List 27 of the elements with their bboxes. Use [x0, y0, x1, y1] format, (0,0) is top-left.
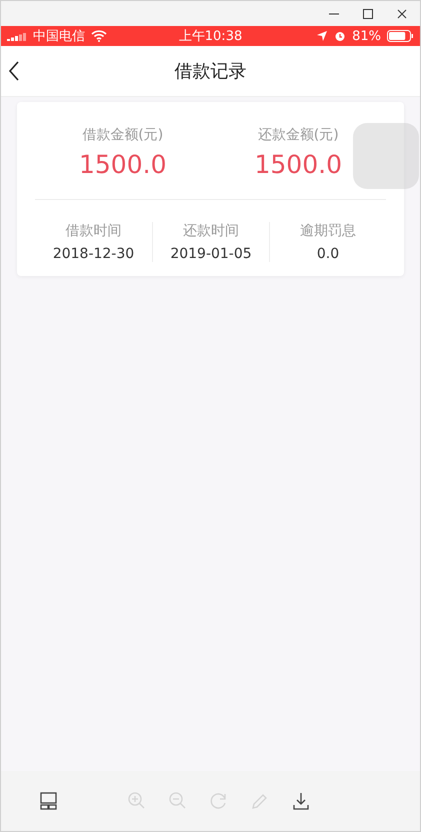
amount-label: 还款金额(元)	[258, 126, 339, 144]
battery-percent: 81%	[352, 28, 381, 44]
detail-value: 0.0	[316, 246, 340, 262]
alarm-icon	[334, 30, 346, 42]
carrier-name: 中国电信	[33, 28, 85, 45]
maximize-icon[interactable]	[362, 8, 374, 20]
detail-value: 2018-12-30	[52, 246, 134, 262]
amount-value: 1500.0	[79, 150, 166, 179]
close-icon[interactable]	[396, 8, 408, 20]
amount-label: 借款金额(元)	[82, 126, 164, 144]
thumbnails-button[interactable]	[39, 791, 59, 811]
detail-label: 逾期罚息	[300, 222, 356, 240]
clock-time: 上午10:38	[178, 28, 242, 45]
page-title: 借款记录	[174, 60, 246, 83]
signal-icon	[7, 31, 27, 41]
download-icon	[291, 791, 311, 811]
detail-value: 2019-01-05	[170, 246, 252, 262]
amount-value: 1500.0	[254, 150, 342, 179]
location-arrow-icon	[316, 30, 328, 42]
wifi-icon	[91, 30, 107, 42]
zoom-in-icon	[127, 791, 147, 811]
zoom-out-icon	[168, 791, 188, 811]
thumbnails-icon	[39, 791, 59, 811]
download-button[interactable]	[291, 791, 311, 811]
battery-icon	[387, 30, 414, 42]
detail-label: 还款时间	[183, 222, 239, 240]
detail-label: 借款时间	[66, 222, 122, 240]
